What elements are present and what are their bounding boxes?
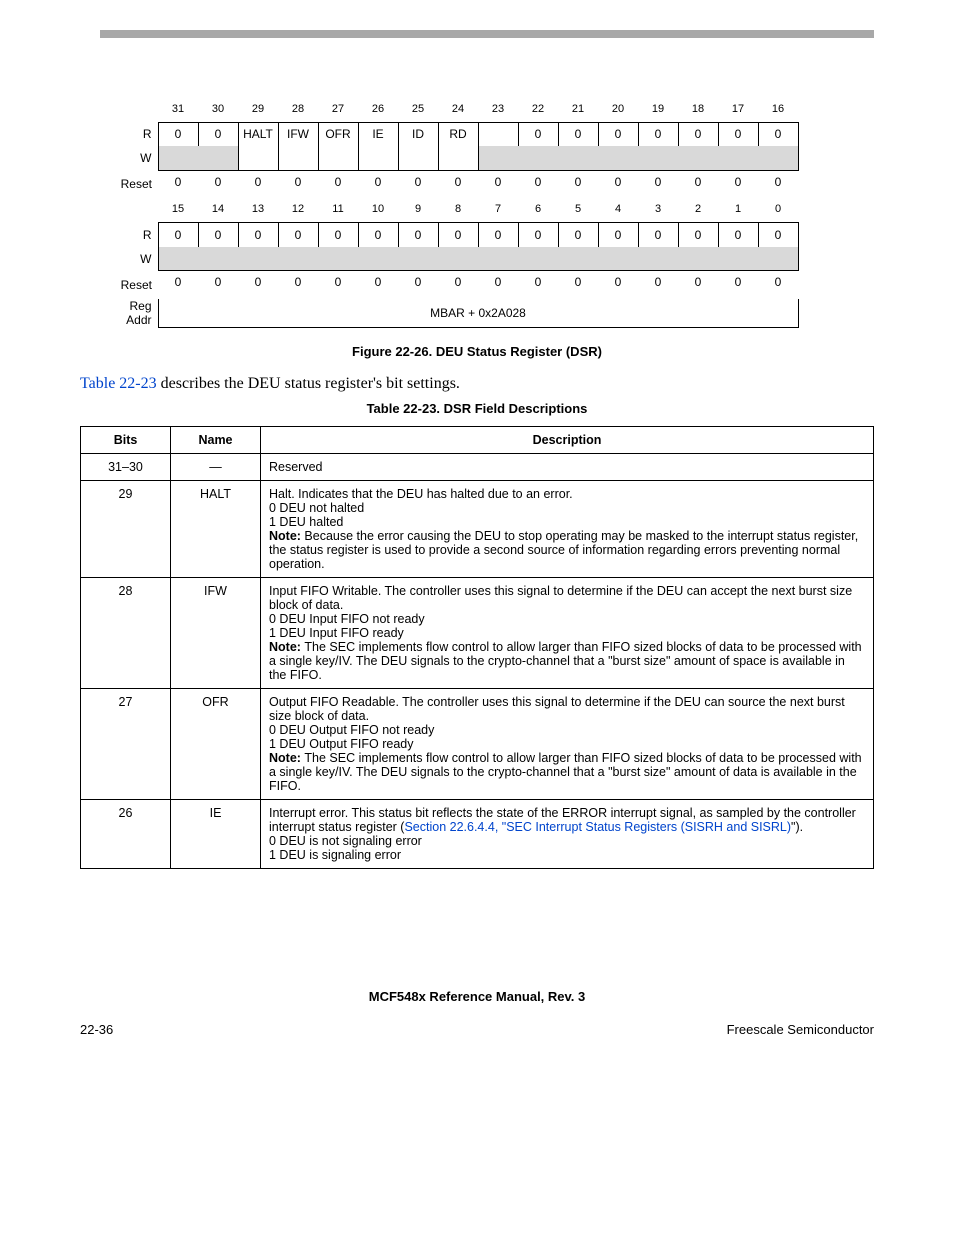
cell-bits: 31–30 — [81, 454, 171, 481]
cell-bits: 29 — [81, 481, 171, 578]
header-bits: Bits — [81, 427, 171, 454]
cell-description: Interrupt error. This status bit reflect… — [261, 800, 874, 869]
bit-numbers-low: 1514131211109876543210 — [110, 199, 798, 223]
cell-name: — — [171, 454, 261, 481]
cell-bits: 28 — [81, 578, 171, 689]
desc-text: Interrupt error. This status bit reflect… — [269, 806, 865, 834]
cell-name: OFR — [171, 689, 261, 800]
register-table: 31302928272625242322212019181716 R 00HAL… — [110, 98, 799, 328]
table-row: 28IFW Input FIFO Writable. The controller… — [81, 578, 874, 689]
r-row-low: R 0000000000000000 — [110, 223, 798, 247]
desc-text: Output FIFO Readable. The controller use… — [269, 695, 865, 723]
label-reset: Reset — [110, 170, 158, 199]
desc-text: 0 DEU not halted — [269, 501, 865, 515]
page-number: 22-36 — [80, 1022, 113, 1037]
section-ref-link[interactable]: Section 22.6.4.4, "SEC Interrupt Status … — [404, 820, 791, 834]
cell-description: Input FIFO Writable. The controller uses… — [261, 578, 874, 689]
header-name: Name — [171, 427, 261, 454]
cell-name: IE — [171, 800, 261, 869]
description-table: Bits Name Description 31–30— Reserved 29HA… — [80, 426, 874, 869]
figure-caption: Figure 22-26. DEU Status Register (DSR) — [80, 344, 874, 359]
page-footer: MCF548x Reference Manual, Rev. 3 22-36 F… — [80, 989, 874, 1037]
cell-description: Output FIFO Readable. The controller use… — [261, 689, 874, 800]
desc-text: 1 DEU Output FIFO ready — [269, 737, 865, 751]
header-description: Description — [261, 427, 874, 454]
intro-text: Table 22-23 describes the DEU status reg… — [80, 375, 874, 393]
desc-text: 0 DEU is not signaling error — [269, 834, 865, 848]
desc-text: 0 DEU Output FIFO not ready — [269, 723, 865, 737]
reset-row-high: Reset 0000000000000000 — [110, 170, 798, 199]
desc-text: 1 DEU halted — [269, 515, 865, 529]
desc-text: Reserved — [269, 460, 865, 474]
cell-description: Halt. Indicates that the DEU has halted … — [261, 481, 874, 578]
table-row: 27OFR Output FIFO Readable. The controlle… — [81, 689, 874, 800]
desc-text: 1 DEU Input FIFO ready — [269, 626, 865, 640]
reset-row-low: Reset 0000000000000000 — [110, 271, 798, 300]
w-row-high: W — [110, 146, 798, 170]
desc-text: Input FIFO Writable. The controller uses… — [269, 584, 865, 612]
cell-name: HALT — [171, 481, 261, 578]
header-rule — [100, 30, 874, 38]
desc-note: Note: The SEC implements flow control to… — [269, 751, 865, 793]
desc-note: Note: The SEC implements flow control to… — [269, 640, 865, 682]
desc-text: Halt. Indicates that the DEU has halted … — [269, 487, 865, 501]
desc-text: 1 DEU is signaling error — [269, 848, 865, 862]
table-row: 26IE Interrupt error. This status bit ref… — [81, 800, 874, 869]
label-r: R — [110, 122, 158, 146]
bit-numbers-high: 31302928272625242322212019181716 — [110, 98, 798, 122]
footer-title: MCF548x Reference Manual, Rev. 3 — [80, 989, 874, 1004]
cell-name: IFW — [171, 578, 261, 689]
table-ref-link[interactable]: Table 22-23 — [80, 375, 157, 392]
label-w: W — [110, 146, 158, 170]
cell-bits: 26 — [81, 800, 171, 869]
table-header-row: Bits Name Description — [81, 427, 874, 454]
cell-description: Reserved — [261, 454, 874, 481]
footer-vendor: Freescale Semiconductor — [727, 1022, 874, 1037]
cell-bits: 27 — [81, 689, 171, 800]
desc-text: 0 DEU Input FIFO not ready — [269, 612, 865, 626]
table-row: 31–30— Reserved — [81, 454, 874, 481]
r-row-high: R 00HALTIFWOFRIEIDRD0000000 — [110, 122, 798, 146]
reg-addr-row: RegAddr MBAR + 0x2A028 — [110, 299, 798, 328]
w-row-low: W — [110, 247, 798, 271]
table-row: 29HALT Halt. Indicates that the DEU has h… — [81, 481, 874, 578]
desc-note: Note: Because the error causing the DEU … — [269, 529, 865, 571]
register-diagram: 31302928272625242322212019181716 R 00HAL… — [110, 98, 874, 328]
label-reg-addr: RegAddr — [110, 299, 158, 328]
table-caption: Table 22-23. DSR Field Descriptions — [80, 401, 874, 416]
reg-addr-value: MBAR + 0x2A028 — [158, 299, 798, 328]
